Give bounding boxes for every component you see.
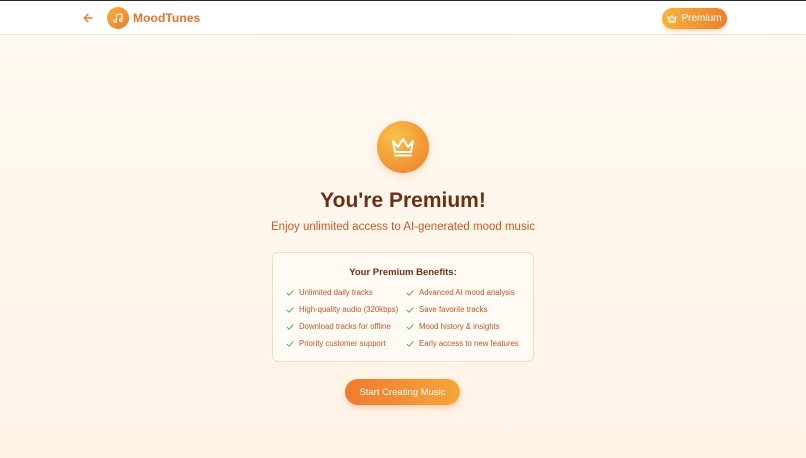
check-icon <box>286 323 294 330</box>
check-icon <box>406 340 414 347</box>
benefit-item: Advanced AI mood analysis <box>406 288 515 297</box>
check-icon <box>406 323 414 330</box>
benefit-item: High-quality audio (320kbps) <box>286 305 398 314</box>
back-button[interactable] <box>80 10 96 26</box>
page-subtitle: Enjoy unlimited access to AI-generated m… <box>271 221 535 233</box>
check-icon <box>406 289 414 296</box>
check-icon <box>286 306 294 313</box>
benefit-label: Download tracks for offline <box>299 322 391 331</box>
music-note-icon <box>113 13 123 23</box>
benefit-item: Unlimited daily tracks <box>286 288 373 297</box>
benefit-label: High-quality audio (320kbps) <box>299 305 399 314</box>
benefit-label: Early access to new features <box>419 339 519 348</box>
benefit-label: Save favorite tracks <box>419 305 488 314</box>
crown-icon <box>392 138 414 157</box>
benefits-title: Your Premium Benefits: <box>349 267 457 278</box>
arrow-left-icon <box>83 13 93 23</box>
check-icon <box>286 289 294 296</box>
benefit-item: Download tracks for offline <box>286 322 391 331</box>
check-icon <box>286 340 294 347</box>
benefit-item: Mood history & insights <box>406 322 500 331</box>
premium-benefits-card: Your Premium Benefits: Unlimited daily t… <box>272 252 534 362</box>
benefit-item: Priority customer support <box>286 339 386 348</box>
benefit-label: Advanced AI mood analysis <box>419 288 515 297</box>
check-icon <box>406 306 414 313</box>
benefit-label: Mood history & insights <box>419 322 500 331</box>
crown-icon <box>668 15 677 23</box>
premium-button-label: Premium <box>681 13 722 24</box>
benefit-label: Unlimited daily tracks <box>299 288 373 297</box>
brand-name: MoodTunes <box>133 11 201 25</box>
app-logo <box>107 7 129 29</box>
benefit-label: Priority customer support <box>299 339 386 348</box>
page-title: You're Premium! <box>320 189 486 212</box>
benefit-item: Save favorite tracks <box>406 305 487 314</box>
start-creating-music-button[interactable]: Start Creating Music <box>345 379 460 405</box>
premium-crown-badge <box>377 121 429 173</box>
top-nav-bar: MoodTunes Premium <box>0 1 806 35</box>
benefit-item: Early access to new features <box>406 339 519 348</box>
premium-button[interactable]: Premium <box>662 8 727 29</box>
